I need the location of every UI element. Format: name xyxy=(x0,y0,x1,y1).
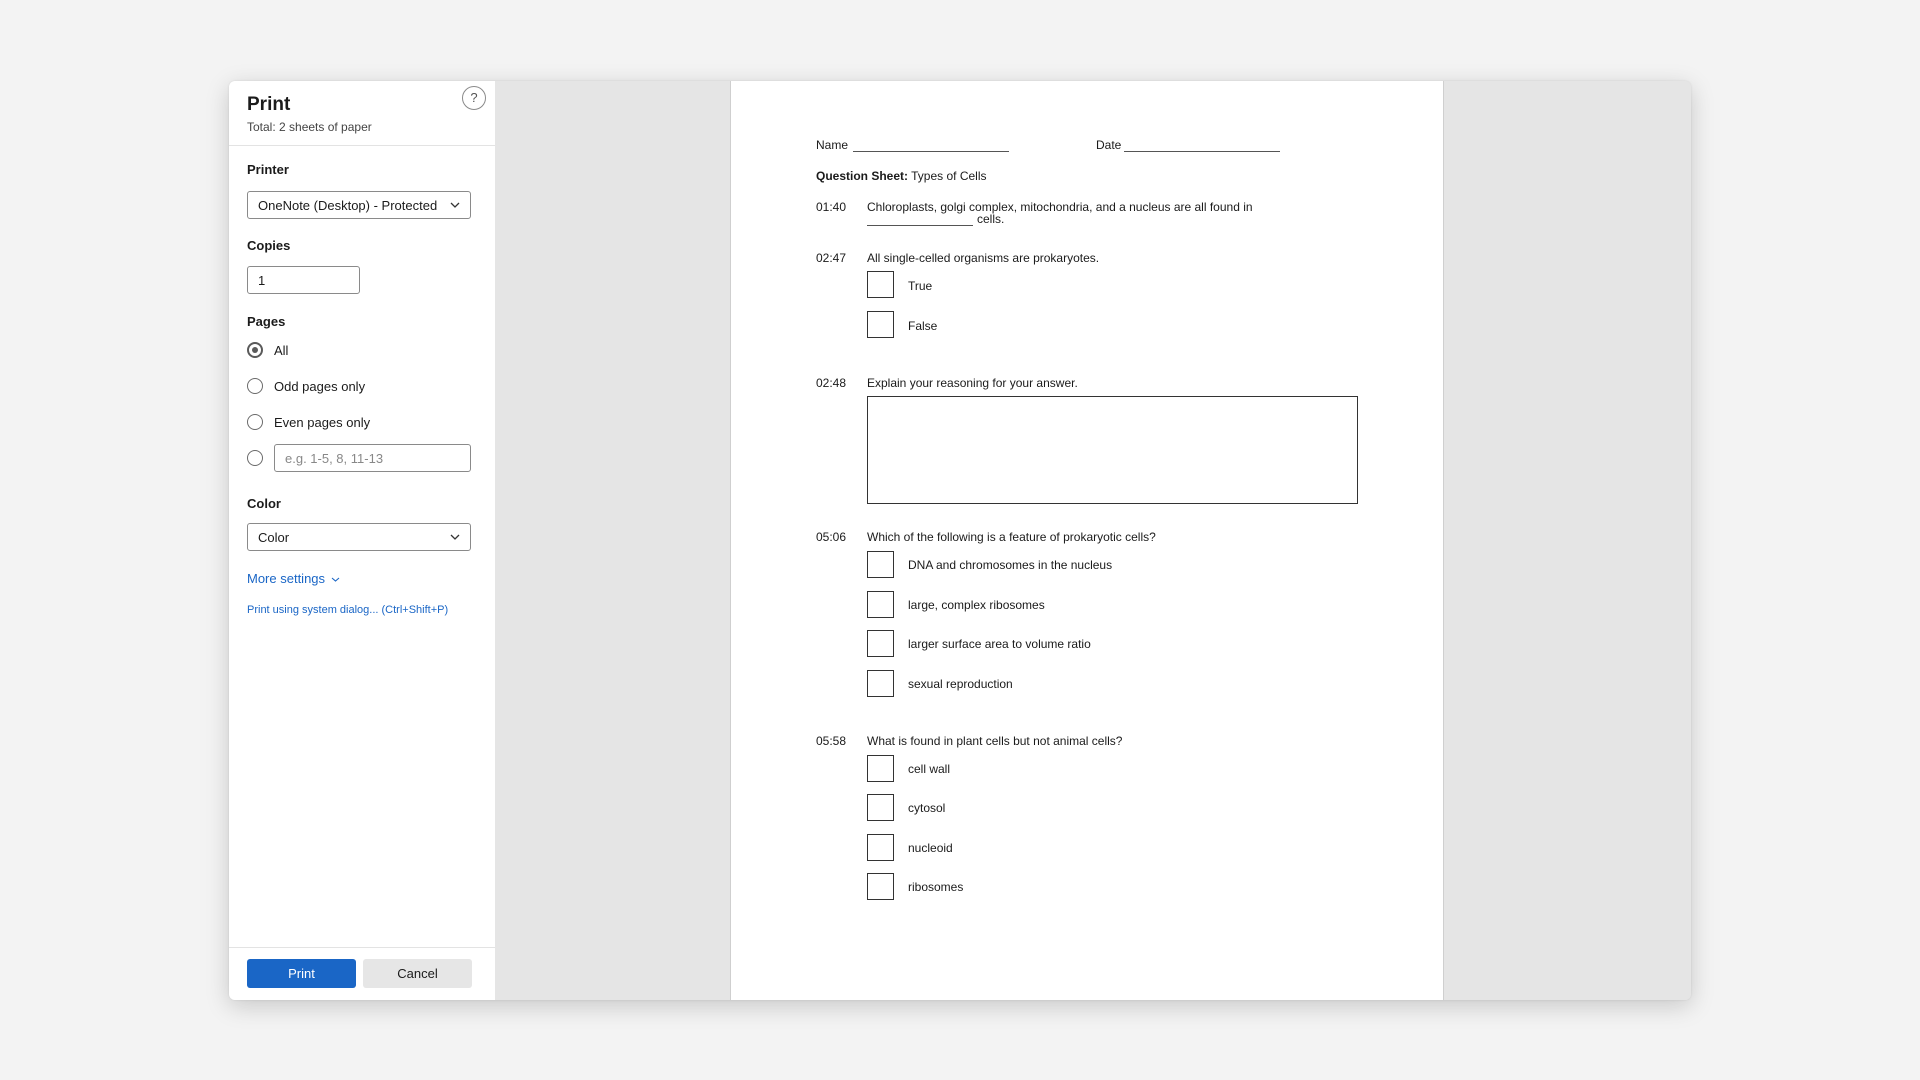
question-text: Chloroplasts, golgi complex, mitochondri… xyxy=(867,200,1253,214)
color-label: Color xyxy=(247,496,281,511)
question-text: Which of the following is a feature of p… xyxy=(867,530,1156,544)
question-text: Explain your reasoning for your answer. xyxy=(867,376,1078,390)
more-settings-label: More settings xyxy=(247,571,326,586)
pages-option-all[interactable]: All xyxy=(247,339,288,361)
question-time: 02:48 xyxy=(816,376,847,390)
print-preview-area[interactable]: Name Date Question Sheet: Types of Cells… xyxy=(495,81,1691,1000)
help-icon[interactable]: ? xyxy=(462,86,486,110)
answer-box xyxy=(867,396,1358,504)
option-label: DNA and chromosomes in the nucleus xyxy=(908,558,1113,572)
pages-option-label: Odd pages only xyxy=(274,378,366,394)
pages-label: Pages xyxy=(247,314,286,329)
answer-checkbox xyxy=(867,551,894,578)
pages-option-odd[interactable]: Odd pages only xyxy=(247,375,365,397)
sheet-title-bold: Question Sheet: xyxy=(816,169,909,183)
radio-odd[interactable] xyxy=(247,378,263,394)
chevron-down-icon xyxy=(331,577,340,582)
pages-option-label: All xyxy=(274,342,289,358)
printer-value: OneNote (Desktop) - Protected xyxy=(258,198,438,213)
preview-page: Name Date Question Sheet: Types of Cells… xyxy=(730,81,1444,1000)
dialog-title: Print xyxy=(247,94,291,115)
answer-checkbox xyxy=(867,311,894,338)
printer-label: Printer xyxy=(247,162,289,177)
answer-checkbox xyxy=(867,271,894,298)
name-line xyxy=(853,151,1009,152)
panel-header: Print Total: 2 sheets of paper xyxy=(247,91,372,134)
pages-option-custom[interactable] xyxy=(247,447,263,469)
date-line xyxy=(1124,151,1280,152)
option-label: True xyxy=(908,279,933,293)
pages-option-even[interactable]: Even pages only xyxy=(247,411,370,433)
answer-checkbox xyxy=(867,794,894,821)
question-text-continued: cells. xyxy=(977,212,1005,226)
radio-even[interactable] xyxy=(247,414,263,430)
answer-checkbox xyxy=(867,591,894,618)
option-label: larger surface area to volume ratio xyxy=(908,637,1091,651)
color-select[interactable]: Color xyxy=(247,523,471,551)
system-dialog-link[interactable]: Print using system dialog... (Ctrl+Shift… xyxy=(247,604,448,616)
question-time: 05:58 xyxy=(816,734,847,748)
answer-checkbox xyxy=(867,873,894,900)
radio-custom[interactable] xyxy=(247,450,263,466)
chevron-down-icon xyxy=(450,534,460,540)
print-dialog: Print Total: 2 sheets of paper ? Printer… xyxy=(229,81,1691,1000)
answer-checkbox xyxy=(867,755,894,782)
option-label: cytosol xyxy=(908,801,946,815)
question-text: What is found in plant cells but not ani… xyxy=(867,734,1123,748)
answer-checkbox xyxy=(867,834,894,861)
print-settings-panel: Print Total: 2 sheets of paper ? Printer… xyxy=(229,81,495,1000)
name-label: Name xyxy=(816,138,849,152)
cancel-button[interactable]: Cancel xyxy=(363,959,472,988)
option-label: cell wall xyxy=(908,762,951,776)
chevron-down-icon xyxy=(450,202,460,208)
page-range-input[interactable]: e.g. 1-5, 8, 11-13 xyxy=(274,444,471,472)
option-label: sexual reproduction xyxy=(908,677,1013,691)
pages-option-label: Even pages only xyxy=(274,414,371,430)
fill-in-blank-line xyxy=(867,225,973,226)
header-divider xyxy=(229,145,495,146)
question-time: 01:40 xyxy=(816,200,847,214)
copies-label: Copies xyxy=(247,238,291,253)
footer-divider xyxy=(229,947,495,948)
sheet-count: Total: 2 sheets of paper xyxy=(247,120,372,134)
color-value: Color xyxy=(258,530,290,545)
option-label: nucleoid xyxy=(908,841,953,855)
answer-checkbox xyxy=(867,670,894,697)
printer-select[interactable]: OneNote (Desktop) - Protected xyxy=(247,191,471,219)
option-label: False xyxy=(908,319,938,333)
answer-checkbox xyxy=(867,630,894,657)
copies-input[interactable]: 1 xyxy=(247,266,360,294)
option-label: large, complex ribosomes xyxy=(908,598,1045,612)
more-settings-link[interactable]: More settings xyxy=(247,571,340,586)
print-button[interactable]: Print xyxy=(247,959,356,988)
radio-all[interactable] xyxy=(247,342,263,358)
sheet-title: Question Sheet: Types of Cells xyxy=(816,169,987,183)
option-label: ribosomes xyxy=(908,880,964,894)
question-text: All single-celled organisms are prokaryo… xyxy=(867,251,1100,265)
question-time: 02:47 xyxy=(816,251,847,265)
sheet-title-rest: Types of Cells xyxy=(908,169,987,183)
date-label: Date xyxy=(1096,138,1122,152)
question-time: 05:06 xyxy=(816,530,847,544)
